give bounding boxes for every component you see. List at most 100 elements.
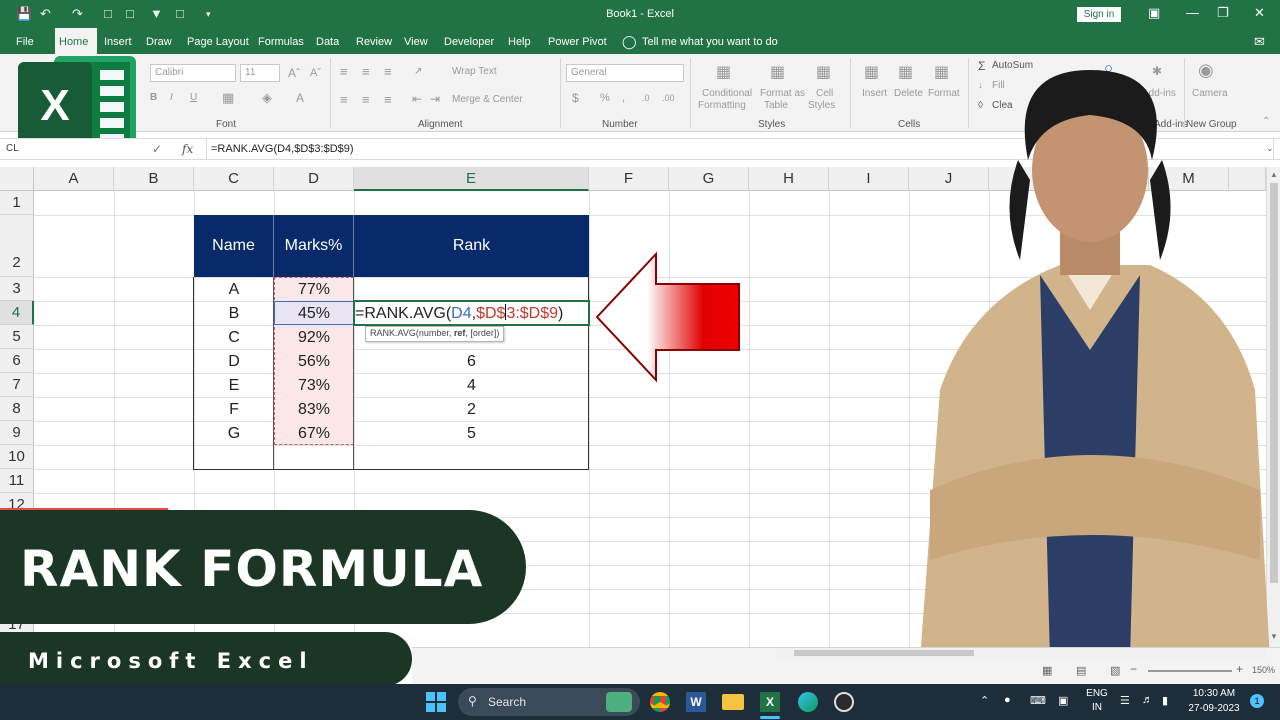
page-break-view-icon[interactable]: ▧ (1110, 664, 1120, 677)
chrome-icon[interactable] (650, 692, 670, 712)
tab-review[interactable]: Review (356, 36, 392, 48)
page-layout-view-icon[interactable]: ▤ (1076, 664, 1086, 677)
zoom-slider[interactable] (1148, 670, 1232, 672)
row-header-7[interactable]: 7 (0, 373, 34, 397)
tray-app-icon[interactable]: ● (1004, 694, 1011, 706)
merge-center-button[interactable]: Merge & Center (452, 94, 523, 105)
cell-name[interactable]: G (194, 425, 274, 443)
ribbon-display-icon[interactable]: ▣ (1148, 5, 1160, 21)
h-scroll-thumb[interactable] (794, 650, 974, 656)
column-header-d[interactable]: D (274, 167, 354, 191)
cell-rank[interactable]: 6 (354, 353, 589, 371)
clock-date[interactable]: 27-09-2023 (1186, 703, 1242, 714)
cell-marks[interactable]: 73% (274, 377, 354, 395)
row-header-11[interactable]: 11 (0, 469, 34, 493)
zoom-out-icon[interactable]: − (1130, 662, 1137, 676)
outdent-icon[interactable]: ⇥ (430, 92, 440, 106)
cell-marks[interactable]: 67% (274, 425, 354, 443)
tab-developer[interactable]: Developer (444, 36, 494, 48)
align-bottom-icon[interactable]: ≡ (384, 64, 392, 79)
align-right-icon[interactable]: ≡ (384, 92, 392, 107)
tab-page-layout[interactable]: Page Layout (187, 36, 249, 48)
align-center-icon[interactable]: ≡ (362, 92, 370, 107)
font-color-icon[interactable]: A (296, 91, 304, 105)
cell-rank[interactable]: 2 (354, 401, 589, 419)
font-size-select[interactable]: 11 (240, 64, 280, 82)
row-header-6[interactable]: 6 (0, 349, 34, 373)
language-in[interactable]: IN (1086, 702, 1108, 713)
obs-icon[interactable] (834, 692, 854, 712)
column-header-a[interactable]: A (34, 167, 114, 191)
align-top-icon[interactable]: ≡ (340, 64, 348, 79)
indent-icon[interactable]: ⇤ (412, 92, 422, 106)
windows-start-icon[interactable] (426, 692, 446, 712)
increase-decimal-icon[interactable]: .0 (642, 93, 650, 103)
cell-marks[interactable]: 92% (274, 329, 354, 347)
cell-name[interactable]: A (194, 281, 274, 299)
italic-icon[interactable]: I (170, 92, 173, 103)
tab-data[interactable]: Data (316, 36, 339, 48)
row-header-4[interactable]: 4 (0, 301, 34, 325)
cell-name[interactable]: D (194, 353, 274, 371)
font-name-select[interactable]: Calibri (150, 64, 236, 82)
volume-icon[interactable]: ♬ (1142, 694, 1153, 706)
format-as-table-button[interactable]: Format as (760, 88, 805, 99)
row-header-9[interactable]: 9 (0, 421, 34, 445)
edge-icon[interactable] (798, 692, 818, 712)
row-header-5[interactable]: 5 (0, 325, 34, 349)
column-header-c[interactable]: C (194, 167, 274, 191)
row-header-1[interactable]: 1 (0, 191, 34, 215)
percent-icon[interactable]: % (600, 92, 610, 104)
row-header-2[interactable]: 2 (0, 215, 34, 277)
taskbar-search[interactable]: ⚲ Search (458, 688, 640, 716)
column-header-b[interactable]: B (114, 167, 194, 191)
underline-icon[interactable]: U (190, 92, 197, 103)
insert-cells-button[interactable]: Insert (862, 88, 887, 99)
zoom-in-icon[interactable]: + (1236, 662, 1243, 676)
wifi-icon[interactable]: ☰ (1120, 694, 1130, 707)
cell-styles-button[interactable]: Cell (816, 88, 833, 99)
column-header-g[interactable]: G (669, 167, 749, 191)
grow-font-icon[interactable]: Aˆ (288, 66, 300, 80)
cell-marks[interactable]: 45% (274, 305, 354, 323)
row-header-3[interactable]: 3 (0, 277, 34, 301)
orientation-icon[interactable]: ↗ (414, 66, 422, 77)
align-middle-icon[interactable]: ≡ (362, 64, 370, 79)
cell-name[interactable]: C (194, 329, 274, 347)
decrease-decimal-icon[interactable]: .00 (662, 93, 675, 103)
bold-icon[interactable]: B (150, 92, 157, 103)
column-header-e[interactable]: E (354, 167, 589, 191)
name-box[interactable]: CL (6, 143, 19, 154)
normal-view-icon[interactable]: ▦ (1042, 664, 1052, 677)
number-format-select[interactable]: General (566, 64, 684, 82)
excel-taskbar-icon[interactable]: X (760, 692, 780, 712)
row-header-8[interactable]: 8 (0, 397, 34, 421)
tab-view[interactable]: View (404, 36, 428, 48)
currency-icon[interactable]: $ (572, 91, 579, 105)
tab-help[interactable]: Help (508, 36, 531, 48)
zoom-level[interactable]: 150% (1252, 665, 1275, 675)
cell-marks[interactable]: 56% (274, 353, 354, 371)
align-left-icon[interactable]: ≡ (340, 92, 348, 107)
wrap-text-button[interactable]: Wrap Text (452, 66, 497, 77)
sign-in-button[interactable]: Sign in (1077, 7, 1121, 22)
comma-style-icon[interactable]: , (622, 92, 625, 104)
word-icon[interactable]: W (686, 692, 706, 712)
column-header-f[interactable]: F (589, 167, 669, 191)
cell-name[interactable]: B (194, 305, 274, 323)
column-header-h[interactable]: H (749, 167, 829, 191)
cell-marks[interactable]: 83% (274, 401, 354, 419)
cell-marks[interactable]: 77% (274, 281, 354, 299)
tab-power-pivot[interactable]: Power Pivot (548, 36, 607, 48)
minimize-icon[interactable]: — (1186, 5, 1199, 20)
horizontal-scrollbar[interactable] (776, 648, 1266, 658)
tell-me-box[interactable]: Tell me what you want to do (642, 36, 778, 48)
cell-rank[interactable]: 4 (354, 377, 589, 395)
close-icon[interactable]: ✕ (1254, 5, 1265, 21)
tab-formulas[interactable]: Formulas (258, 36, 304, 48)
cell-name[interactable]: F (194, 401, 274, 419)
column-header-i[interactable]: I (829, 167, 909, 191)
shrink-font-icon[interactable]: Aˇ (310, 67, 321, 79)
borders-icon[interactable]: ▦ (222, 90, 234, 106)
keyboard-icon[interactable]: ⌨ (1030, 694, 1046, 707)
